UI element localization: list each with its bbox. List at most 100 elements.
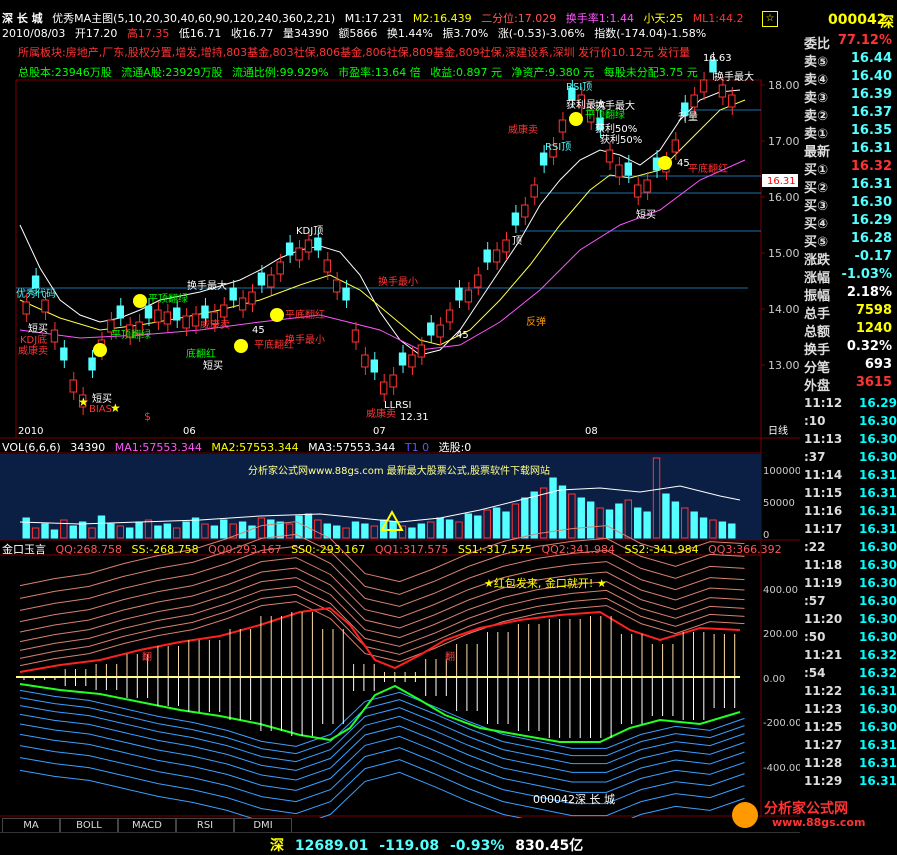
buy-level-label: 买① [804, 163, 829, 178]
candle-body [31, 275, 40, 289]
volume-bar [191, 517, 200, 539]
candle-body [154, 309, 162, 323]
ann-hsmin-2: 换手最小 [378, 275, 418, 288]
tick-time: 11:15 [804, 486, 843, 500]
volume-bar [201, 523, 209, 539]
buy-level-label: 买⑤ [804, 235, 829, 250]
side-latest-label: 最新 [804, 145, 831, 160]
tab-boll[interactable]: BOLL [60, 818, 118, 833]
candle-body [285, 242, 294, 256]
buy-level: 买② 16.31 [802, 177, 895, 196]
volume-bar [248, 525, 256, 539]
smiley-icon [234, 339, 248, 353]
stat-row-value: -1.03% [841, 267, 893, 282]
ann-duanmai-1: 短买 [28, 322, 48, 335]
tick-time: 11:28 [804, 756, 843, 770]
volume-bar [267, 519, 275, 539]
smiley-icon [270, 308, 284, 322]
candle-body [201, 305, 209, 319]
candle-body [605, 149, 614, 163]
sell-level: 卖④ 16.40 [802, 69, 895, 88]
tick-row: 11:23 16.30 [802, 702, 897, 720]
flower-logo-icon [732, 802, 758, 828]
tab-dmi[interactable]: DMI [234, 818, 292, 833]
candle-body [699, 79, 708, 93]
candle-body [558, 119, 567, 133]
sell-level-label: 卖③ [804, 91, 829, 106]
candle-body [69, 379, 77, 393]
tick-time: 11:14 [804, 468, 843, 482]
volume-bar [634, 507, 642, 539]
side-latest-value: 16.31 [850, 141, 892, 156]
side-ratio-label: 委比 [804, 37, 831, 52]
sell-level: 卖③ 16.39 [802, 87, 895, 106]
volume-bar [417, 523, 426, 539]
tab-rsi[interactable]: RSI [176, 818, 234, 833]
candle-body [539, 152, 548, 166]
candle-body [530, 184, 538, 198]
candle-body [248, 291, 256, 305]
volume-bar [596, 507, 604, 539]
sell-level-value: 16.37 [850, 105, 892, 120]
candle-body [502, 239, 510, 253]
buy-level: 买③ 16.30 [802, 195, 895, 214]
ann-dingli50a: 获利50% [595, 123, 637, 135]
volume-bar [539, 487, 548, 539]
candle-body [634, 184, 642, 198]
volume-bar [182, 521, 190, 539]
smiley-icon [93, 343, 107, 357]
vol-watermark: 分析家公式网www.88gs.com 最新最大股票公式,股票软件下载网站 [248, 464, 550, 477]
tick-price: 16.30 [859, 558, 897, 572]
candle-body [389, 374, 397, 388]
ann-duanmai-4: 短买 [636, 208, 656, 221]
tick-price: 16.31 [859, 504, 897, 518]
tab-ma[interactable]: MA [2, 818, 60, 833]
tick-price: 16.29 [859, 396, 897, 410]
tick-price: 16.31 [859, 756, 897, 770]
vol-t1: T1 0 [404, 441, 430, 454]
ann-fantan: 反弹 [526, 315, 546, 328]
candle-body [173, 307, 181, 321]
index-summary[interactable]: 深 12689.01 -119.08 -0.93% 830.45亿 [270, 835, 583, 855]
chart-canvas[interactable]: 18.00 17.00 16.00 15.00 14.00 13.00 100000 500… [0, 0, 800, 818]
tick-time: 11:12 [804, 396, 843, 410]
volume-bar [690, 511, 698, 539]
ann-kdj-top: KDJ顶 [296, 225, 323, 237]
volume-bar [577, 497, 585, 539]
volume-bar [220, 519, 228, 539]
osc-histogram [23, 612, 736, 738]
tick-time: 11:27 [804, 738, 843, 752]
tick-time: 11:20 [804, 612, 843, 626]
volume-bar [210, 525, 219, 539]
tick-price: 16.32 [859, 666, 897, 680]
buy-level-label: 买② [804, 181, 829, 196]
volume-bar [671, 501, 680, 539]
tick-row: :10 16.30 [802, 414, 897, 432]
osc-header: 金口玉言 QQ:268.758 SS:-268.758 QQ0:293.167 … [2, 543, 788, 556]
candle-body [304, 239, 313, 253]
ann-ma-label: 优秀代码 [16, 287, 56, 300]
candle-body [116, 305, 124, 319]
stat-row-label: 涨幅 [804, 271, 831, 286]
volume-bar [568, 493, 576, 539]
vol-axis: 100000 50000 0 [763, 466, 800, 541]
tick-row: 11:17 16.31 [802, 522, 897, 540]
candle-body [380, 381, 388, 395]
tab-macd[interactable]: MACD [118, 818, 176, 833]
sell-level-value: 16.39 [850, 87, 892, 102]
stat-row: 涨幅 -1.03% [802, 267, 895, 286]
stat-row: 分笔 693 [802, 357, 895, 376]
candle-body [718, 84, 727, 98]
tick-row: 11:16 16.31 [802, 504, 897, 522]
volume-bar [97, 515, 106, 539]
tick-row: 11:29 16.31 [802, 774, 897, 792]
stat-row-value: 693 [864, 357, 892, 372]
volume-bar [69, 525, 77, 539]
status-amount: 830.45亿 [515, 838, 584, 854]
side-latest: 最新 16.31 [802, 141, 895, 160]
ann-pdfh-3: 平底翻红 [688, 162, 728, 175]
volume-bar [332, 525, 341, 539]
candle-body [314, 237, 322, 251]
tick-time: 11:23 [804, 702, 843, 716]
candle-body [163, 311, 172, 325]
